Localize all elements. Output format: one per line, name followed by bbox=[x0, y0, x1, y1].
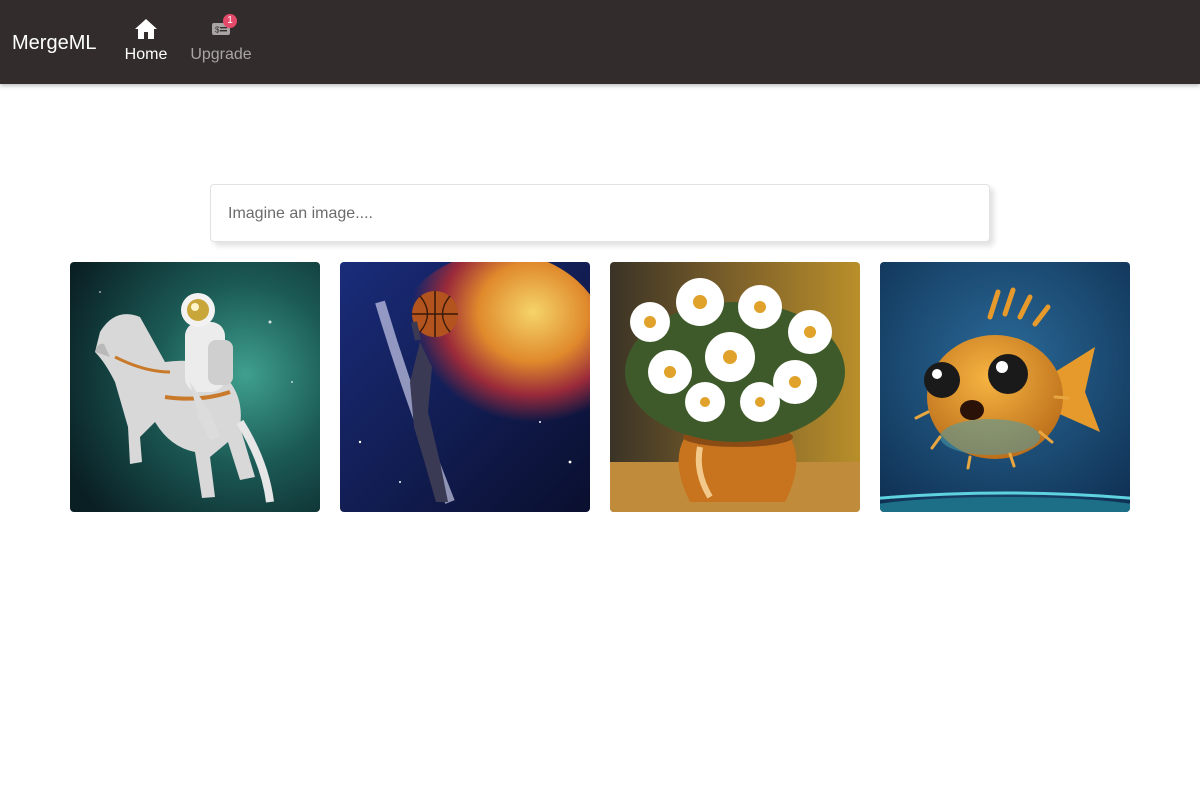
gallery-image-daisies-vase[interactable] bbox=[610, 262, 860, 512]
nav-home-label: Home bbox=[124, 46, 168, 63]
ticket-icon: $ 1 bbox=[209, 14, 237, 41]
svg-text:$: $ bbox=[215, 26, 220, 35]
gallery-image-astronaut-horse[interactable] bbox=[70, 262, 320, 512]
nav-upgrade-label: Upgrade bbox=[190, 46, 252, 63]
prompt-search-box bbox=[210, 184, 990, 243]
gallery-image-basketball-space[interactable] bbox=[340, 262, 590, 512]
brand-logo[interactable]: MergeML bbox=[12, 31, 96, 55]
home-icon bbox=[134, 17, 158, 41]
nav-upgrade[interactable]: $ 1 Upgrade bbox=[189, 0, 253, 84]
prompt-input[interactable] bbox=[226, 185, 980, 243]
notification-badge: 1 bbox=[223, 14, 237, 28]
nav-home[interactable]: Home bbox=[124, 0, 168, 84]
gallery-image-pufferfish[interactable] bbox=[880, 262, 1130, 512]
top-navbar: MergeML Home $ 1 Upgrade bbox=[0, 0, 1200, 84]
